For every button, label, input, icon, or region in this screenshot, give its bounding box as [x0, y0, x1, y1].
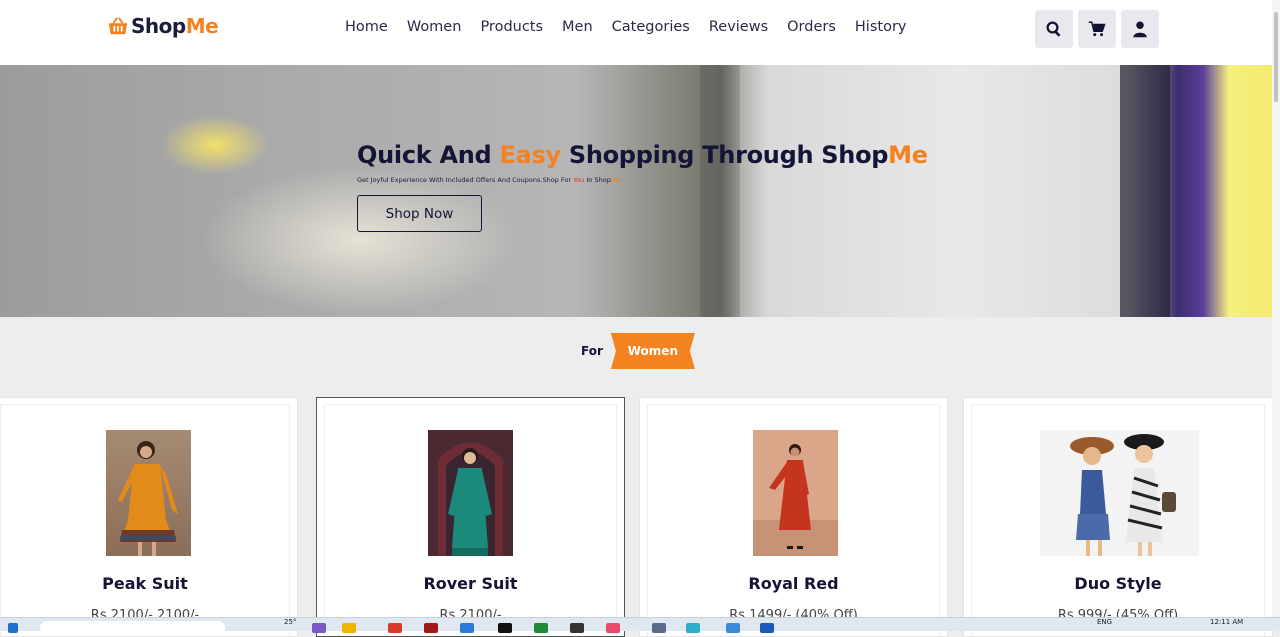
os-taskbar: 25° ENG 12:11 AM: [0, 617, 1280, 635]
app-icon[interactable]: [424, 623, 438, 633]
app-icon[interactable]: [460, 623, 474, 633]
brand-name: ShopMe: [131, 14, 219, 38]
product-card[interactable]: Peak Suit Rs.2100/- 2100/-: [0, 397, 298, 637]
hero-subtitle-part1: Get Joyful Experience With Included Offe…: [357, 176, 574, 184]
search-button[interactable]: [1035, 10, 1073, 48]
app-icon[interactable]: [388, 623, 402, 633]
hero-title-part1: Quick And: [357, 141, 500, 169]
hero-subtitle-you: You: [573, 176, 585, 184]
cart-icon: [1088, 21, 1106, 37]
section-tag: Women: [610, 333, 695, 369]
hero-title-accent: Easy: [499, 141, 561, 169]
hero-title: Quick And Easy Shopping Through ShopMe: [357, 141, 928, 169]
main-nav: Home Women Products Men Categories Revie…: [345, 19, 926, 35]
nav-history[interactable]: History: [855, 19, 907, 35]
hero-bg-pillar: [700, 65, 740, 317]
section-header: For Women: [581, 333, 695, 369]
hero-subtitle-me: Me!: [610, 176, 624, 184]
product-name: Royal Red: [748, 574, 839, 593]
nav-men[interactable]: Men: [562, 19, 593, 35]
nav-home[interactable]: Home: [345, 19, 388, 35]
hero-subtitle: Get Joyful Experience With Included Offe…: [357, 176, 623, 184]
product-name: Duo Style: [1074, 574, 1162, 593]
app-icon[interactable]: [652, 623, 666, 633]
taskbar-search[interactable]: [40, 621, 225, 635]
hero-bg-door: [1120, 65, 1170, 317]
product-image: [106, 430, 191, 556]
windows-start-icon[interactable]: [8, 623, 18, 633]
hero-subtitle-part2: In Shop: [584, 176, 611, 184]
nav-products[interactable]: Products: [480, 19, 543, 35]
account-button[interactable]: [1121, 10, 1159, 48]
product-image: [753, 430, 838, 556]
brand-logo[interactable]: ShopMe: [107, 14, 219, 38]
product-card[interactable]: Rover Suit Rs.2100/-: [316, 397, 625, 637]
hero-banner: Quick And Easy Shopping Through ShopMe G…: [0, 65, 1280, 317]
app-icon[interactable]: [534, 623, 548, 633]
app-icon[interactable]: [606, 623, 620, 633]
basket-icon: [108, 17, 128, 35]
app-icon[interactable]: [312, 623, 326, 633]
app-icon[interactable]: [760, 623, 774, 633]
nav-orders[interactable]: Orders: [787, 19, 836, 35]
hero-bg-cart: [200, 165, 520, 315]
app-icon[interactable]: [686, 623, 700, 633]
app-icon[interactable]: [726, 623, 740, 633]
app-icon[interactable]: [342, 623, 356, 633]
taskbar-weather: 25°: [284, 618, 297, 626]
product-card[interactable]: Royal Red Rs.1499/- (40% Off): [639, 397, 948, 637]
product-image: [428, 430, 513, 556]
site-header: ShopMe Home Women Products Men Categorie…: [0, 0, 1280, 65]
user-icon: [1133, 21, 1147, 38]
product-name: Rover Suit: [423, 574, 518, 593]
hero-title-part2: Shopping Through Shop: [560, 141, 889, 169]
page-scrollbar[interactable]: [1272, 0, 1280, 617]
header-actions: [1035, 10, 1164, 48]
nav-women[interactable]: Women: [407, 19, 462, 35]
search-icon: [1046, 21, 1061, 37]
brand-name-part2: Me: [185, 14, 219, 38]
brand-name-part1: Shop: [131, 14, 186, 38]
cart-button[interactable]: [1078, 10, 1116, 48]
product-image: [1040, 430, 1199, 556]
scrollbar-thumb[interactable]: [1274, 12, 1278, 102]
product-name: Peak Suit: [102, 574, 188, 593]
section-prefix: For: [581, 344, 603, 358]
product-card[interactable]: Duo Style Rs.999/- (45% Off): [963, 397, 1273, 637]
nav-categories[interactable]: Categories: [612, 19, 690, 35]
taskbar-language[interactable]: ENG: [1097, 618, 1112, 626]
shop-now-button[interactable]: Shop Now: [357, 195, 482, 232]
hero-title-accent2: Me: [888, 141, 928, 169]
app-icon[interactable]: [570, 623, 584, 633]
taskbar-clock[interactable]: 12:11 AM: [1210, 618, 1243, 626]
nav-reviews[interactable]: Reviews: [709, 19, 768, 35]
app-icon[interactable]: [498, 623, 512, 633]
